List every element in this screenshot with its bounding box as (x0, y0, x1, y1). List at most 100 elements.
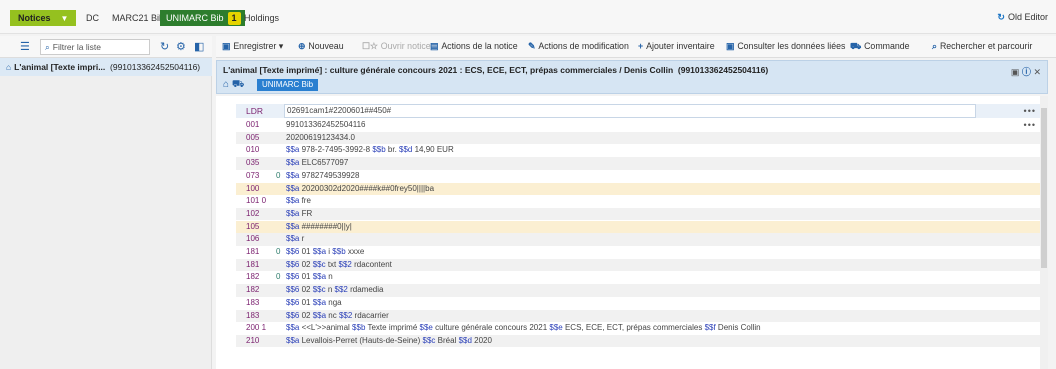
field-tag[interactable]: 182 (246, 284, 276, 297)
field-row[interactable]: 105 $$a ########0||y| (236, 220, 1044, 234)
scrollbar-thumb[interactable] (1041, 108, 1047, 268)
info-icon[interactable]: ⓘ (1022, 67, 1031, 77)
home-icon[interactable]: ⌂ (223, 79, 229, 90)
field-row[interactable]: 073 0 $$a 9782749539928 (236, 170, 1044, 183)
field-tag[interactable]: 001 (246, 119, 276, 132)
field-row[interactable]: 181 0 $$6 01 $$a i $$b xxxe (236, 246, 1044, 259)
field-tag[interactable]: 035 (246, 157, 276, 170)
subfield-code: $$d (399, 145, 413, 155)
edit-actions-button[interactable]: ✎ Actions de modification (528, 41, 629, 52)
chevron-down-icon[interactable]: ▼ (61, 11, 69, 27)
field-tag[interactable]: 210 (246, 335, 276, 348)
field-tag[interactable]: 073 (246, 170, 276, 183)
more-options-icon[interactable]: ••• (1024, 119, 1036, 132)
field-tag[interactable]: 105 (246, 221, 276, 234)
field-tag[interactable]: 010 (246, 144, 276, 157)
field-row[interactable]: 182 0 $$6 01 $$a n (236, 271, 1044, 284)
panel-toggle-icon[interactable]: ◧ (194, 40, 204, 53)
field-content[interactable]: 20200619123434.0 (286, 132, 355, 145)
field-tag[interactable]: 106 (246, 233, 276, 246)
cart-icon[interactable]: ⛟ (232, 79, 245, 90)
field-content[interactable]: $$6 01 $$a nga (286, 297, 342, 310)
save-button[interactable]: ▣ Enregistrer ▾ (222, 41, 283, 52)
refresh-icon[interactable]: ↻ (160, 40, 169, 53)
tab-holdings[interactable]: Holdings (238, 10, 285, 26)
field-tag[interactable]: 102 (246, 208, 276, 221)
field-row[interactable]: 005 20200619123434.0 (236, 131, 1044, 145)
field-content[interactable]: $$a FR (286, 208, 312, 221)
search-browse-button[interactable]: ⌕ Rechercher et parcourir (932, 41, 1032, 52)
field-tag[interactable]: 183 (246, 310, 276, 323)
linked-data-button[interactable]: ▣ Consulter les données liées (726, 41, 845, 52)
field-content[interactable]: 991013362452504116 (286, 119, 366, 132)
field-tag[interactable]: 200 1 (246, 322, 276, 335)
field-content[interactable]: $$a ########0||y| (286, 221, 352, 234)
field-content[interactable]: $$a 978-2-7495-3992-8 $$b br. $$d 14,90 … (286, 144, 454, 157)
plus-icon: + (638, 41, 644, 51)
add-inventory-button[interactable]: + Ajouter inventaire (638, 41, 715, 51)
subfield-code: $$2 (338, 259, 352, 269)
ldr-input[interactable]: 02691cam1#2200601##450# (284, 104, 976, 118)
subfield-value: nc (326, 310, 339, 320)
settings-icon[interactable]: ⚙ (176, 40, 186, 53)
record-list: ⌂ L'animal [Texte impri... (9910133624525… (0, 58, 212, 369)
field-tag[interactable]: 100 (246, 183, 276, 196)
subfield-value: Levallois-Perret (Hauts-de-Seine) (299, 335, 423, 345)
field-content[interactable]: $$6 01 $$a n (286, 271, 333, 284)
field-row[interactable]: 181 $$6 02 $$c txt $$2 rdacontent (236, 258, 1044, 272)
tab-unimarc-bib[interactable]: UNIMARC Bib 1 (160, 10, 245, 26)
field-row[interactable]: 182 $$6 02 $$c n $$2 rdamedia (236, 284, 1044, 297)
subfield-code: $$a (312, 272, 327, 282)
field-content[interactable]: $$6 02 $$a nc $$2 rdacarrier (286, 310, 389, 323)
field-content[interactable]: $$a 20200302d2020####k##0frey50||||ba (286, 183, 434, 196)
subfield-value: 978-2-7495-3992-8 (299, 145, 373, 155)
field-row[interactable]: 035 $$a ELC6577097 (236, 157, 1044, 170)
field-content[interactable]: $$6 02 $$c n $$2 rdamedia (286, 284, 383, 297)
linked-data-icon: ▣ (726, 41, 735, 51)
open-record-button[interactable]: ☐☆ Ouvrir notice (362, 41, 431, 52)
field-tag[interactable]: 181 (246, 259, 276, 272)
subfield-value: r (299, 234, 305, 244)
field-content[interactable]: $$a 9782749539928 (286, 170, 359, 183)
close-icon[interactable]: ✕ (1033, 67, 1041, 77)
field-row[interactable]: 210 $$a Levallois-Perret (Hauts-de-Seine)… (236, 334, 1044, 348)
field-tag[interactable]: 005 (246, 132, 276, 145)
field-row[interactable]: 100 $$a 20200302d2020####k##0frey50||||ba (236, 182, 1044, 196)
refresh-icon: ↻ (997, 12, 1005, 22)
field-content[interactable]: $$a <<L'>>animal $$b Texte imprimé $$e c… (286, 322, 761, 335)
field-row[interactable]: 200 1 $$a <<L'>>animal $$b Texte imprimé … (236, 322, 1044, 335)
cart-icon: ⛟ (850, 41, 862, 51)
subfield-code: $$2 (334, 285, 348, 295)
field-content[interactable]: $$6 02 $$c txt $$2 rdacontent (286, 259, 392, 272)
editor-scrollbar[interactable] (1040, 96, 1048, 369)
field-row[interactable]: 183 $$6 02 $$a nc $$2 rdacarrier (236, 309, 1044, 323)
field-tag[interactable]: 183 (246, 297, 276, 310)
field-tag[interactable]: 182 (246, 271, 276, 284)
record-header: L'animal [Texte imprimé] : culture génér… (216, 60, 1048, 94)
more-options-icon[interactable]: ••• (1024, 106, 1036, 116)
old-editor-button[interactable]: ↻ Old Editor (997, 12, 1048, 23)
record-actions-button[interactable]: ▤ Actions de la notice (430, 41, 518, 52)
new-button[interactable]: ⊕ Nouveau (298, 41, 344, 52)
field-tag[interactable]: 101 0 (246, 195, 276, 208)
tab-notices[interactable]: Notices ▼ (10, 10, 77, 27)
field-content[interactable]: $$a fre (286, 195, 311, 208)
field-content[interactable]: $$6 01 $$a i $$b xxxe (286, 246, 364, 259)
tab-dc[interactable]: DC (80, 10, 105, 26)
field-row[interactable]: 010 $$a 978-2-7495-3992-8 $$b br. $$d 14,… (236, 144, 1044, 157)
field-row[interactable]: 102 $$a FR (236, 207, 1044, 221)
field-row[interactable]: 101 0 $$a fre (236, 195, 1044, 208)
filter-list-input[interactable]: ⌕ Filtrer la liste (40, 39, 150, 55)
save-icon[interactable]: ▣ (1011, 67, 1020, 77)
field-row[interactable]: 183 $$6 01 $$a nga (236, 297, 1044, 310)
order-button[interactable]: ⛟ Commande (850, 41, 910, 53)
list-item[interactable]: ⌂ L'animal [Texte impri... (9910133624525… (0, 58, 212, 76)
field-row[interactable]: 106 $$a r (236, 233, 1044, 246)
field-content[interactable]: $$a r (286, 233, 304, 246)
field-content[interactable]: $$a Levallois-Perret (Hauts-de-Seine) $$… (286, 335, 492, 348)
field-tag[interactable]: 181 (246, 246, 276, 259)
ldr-tag[interactable]: LDR (246, 106, 263, 116)
field-row[interactable]: 001 991013362452504116 ••• (236, 119, 1044, 132)
field-content[interactable]: $$a ELC6577097 (286, 157, 348, 170)
filter-sliders-icon[interactable]: ☰ (20, 40, 30, 53)
